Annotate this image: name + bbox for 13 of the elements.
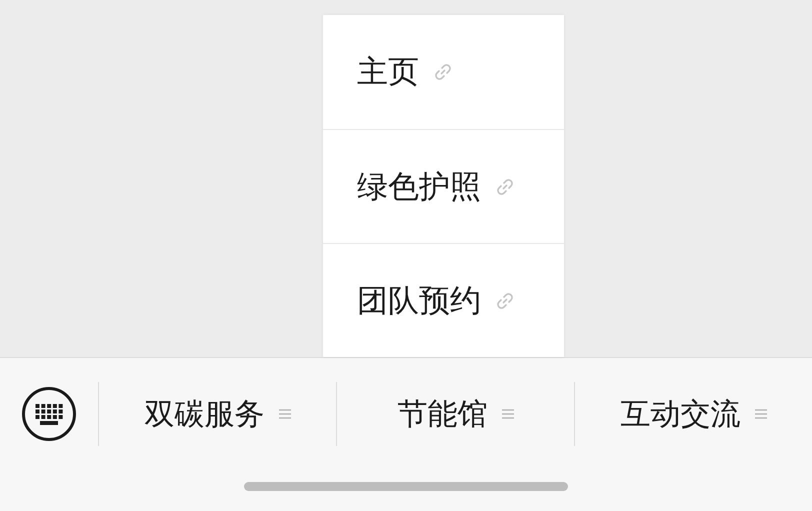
menu-icon [278,408,290,420]
menu-item[interactable]: 节能馆 [337,358,574,470]
menu-item[interactable]: 双碳服务 [99,358,336,470]
submenu-item[interactable]: 团队预约 [323,243,564,357]
link-icon [433,62,453,82]
submenu-item[interactable]: 主页 [323,15,564,129]
keyboard-button[interactable] [21,386,77,442]
submenu-item[interactable]: 绿色护照 [323,129,564,243]
menu-icon [502,408,514,420]
menu-icon [754,408,766,420]
link-icon [495,290,515,310]
menu-item[interactable]: 互动交流 [575,358,812,470]
link-icon [495,176,515,196]
